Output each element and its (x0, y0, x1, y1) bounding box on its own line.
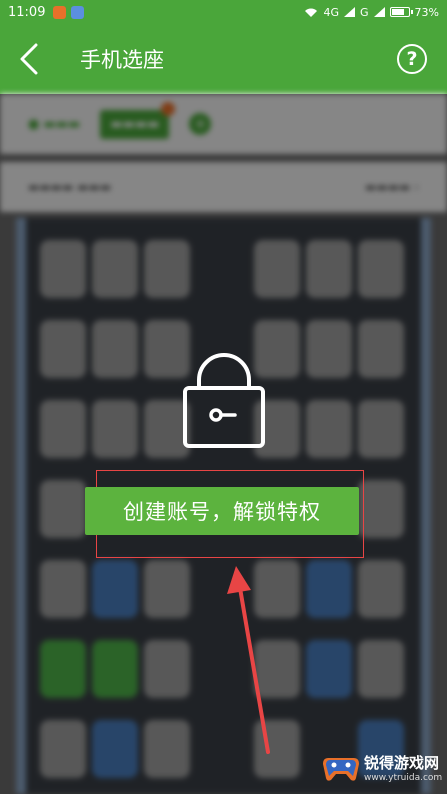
signal-icon-2 (373, 7, 385, 17)
network-type: 4G (323, 5, 340, 19)
notification-gallery-icon (71, 5, 85, 19)
network-type-2: G (360, 5, 369, 19)
lock-icon (183, 353, 265, 448)
help-button[interactable]: ? (397, 44, 427, 74)
gamepad-logo-icon (323, 758, 359, 781)
wifi-icon (305, 8, 318, 17)
create-account-unlock-button[interactable]: 创建账号，解锁特权 (85, 487, 359, 535)
back-button[interactable] (0, 24, 58, 94)
app-header: 手机选座 ? (0, 24, 447, 94)
watermark: 锐得游戏网 www.ytruida.com (322, 740, 447, 794)
battery-icon (389, 7, 413, 17)
watermark-brand: 锐得游戏网 (364, 753, 440, 772)
chevron-left-icon (20, 43, 38, 75)
status-indicators: 4G G 73% (304, 6, 439, 19)
watermark-url: www.ytruida.com (364, 772, 443, 783)
battery-level: 73% (414, 5, 439, 19)
question-mark-icon: ? (406, 48, 418, 70)
signal-icon (344, 7, 356, 17)
page-title: 手机选座 (80, 48, 164, 72)
status-time: 11:09 (8, 4, 46, 20)
watermark-text: 锐得游戏网 www.ytruida.com (364, 752, 442, 783)
status-bar: 11:09 4G G 73% (0, 0, 447, 24)
notification-app-icon (53, 5, 67, 19)
